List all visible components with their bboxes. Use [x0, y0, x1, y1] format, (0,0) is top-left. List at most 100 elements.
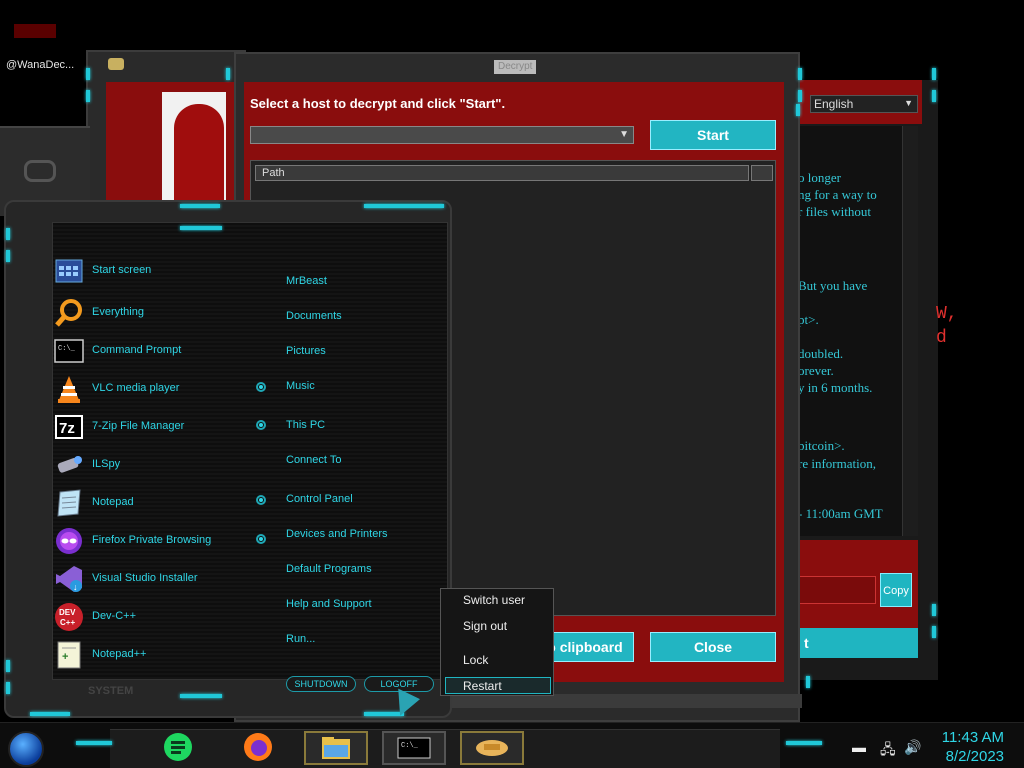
- program-item-start-screen[interactable]: Start screen: [54, 254, 254, 288]
- gadget-hex-icon: [24, 160, 56, 182]
- handshake-icon: [476, 740, 508, 756]
- power-item-switch-user[interactable]: Switch user: [463, 593, 525, 607]
- copy-address-button[interactable]: Copy: [880, 573, 912, 607]
- program-item-firefox-private[interactable]: Firefox Private Browsing: [54, 524, 254, 558]
- frame-accent: [932, 90, 936, 102]
- taskbar-file-explorer[interactable]: [304, 731, 368, 765]
- vs-installer-icon: ↓: [56, 566, 82, 592]
- ilspy-icon: [57, 456, 82, 473]
- program-item-ilspy[interactable]: ILSpy: [54, 448, 254, 482]
- place-item-documents[interactable]: Documents: [286, 310, 342, 322]
- dialog-status-strip: [446, 694, 802, 708]
- power-menu: Switch user Sign out Lock Restart: [440, 588, 554, 696]
- language-select[interactable]: English ▼: [810, 95, 918, 113]
- frame-accent: [932, 604, 936, 616]
- ransom-main-window: [86, 50, 246, 214]
- submenu-bullet-icon: [256, 495, 266, 505]
- ransom-text-pane: o longer ng for a way to r files without…: [792, 126, 918, 536]
- power-item-restart[interactable]: Restart: [463, 679, 502, 693]
- program-label: VLC media player: [92, 382, 180, 394]
- frame-accent: [796, 104, 800, 116]
- ransom-text-line: bitcoin>.: [798, 438, 845, 453]
- submenu-bullet-icon: [256, 420, 266, 430]
- program-label: Command Prompt: [92, 344, 182, 356]
- ransom-text-line: doubled.: [798, 346, 844, 361]
- svg-text:7z: 7z: [59, 420, 75, 437]
- place-item-music[interactable]: Music: [286, 380, 315, 392]
- column-header-path[interactable]: Path: [255, 165, 749, 181]
- frame-accent: [180, 694, 222, 698]
- host-select[interactable]: ▼: [250, 126, 634, 144]
- spotify-like-app-icon[interactable]: [162, 731, 194, 763]
- place-item-devices-printers[interactable]: Devices and Printers: [286, 528, 388, 540]
- svg-text:↓: ↓: [73, 582, 78, 592]
- command-prompt-icon: C:\_: [54, 339, 84, 363]
- folder-icon: [322, 737, 350, 759]
- volume-icon[interactable]: 🔊: [904, 739, 921, 756]
- place-item-this-pc[interactable]: This PC: [286, 419, 325, 431]
- place-item-default-programs[interactable]: Default Programs: [286, 563, 372, 575]
- program-label: Notepad++: [92, 648, 147, 660]
- frame-accent: [932, 68, 936, 80]
- taskbar: C:\_ ▬ 🖧 🔊 11:43 AM 8/2/2023: [0, 722, 1024, 768]
- place-item-control-panel[interactable]: Control Panel: [286, 493, 353, 505]
- close-button[interactable]: Close: [650, 632, 776, 662]
- desktop: @WanaDec... English ▼ o longer ng for a …: [0, 0, 1024, 768]
- 7zip-icon: 7z: [55, 415, 83, 439]
- place-item-pictures[interactable]: Pictures: [286, 345, 326, 357]
- program-item-vs-installer[interactable]: ↓ Visual Studio Installer: [54, 562, 254, 596]
- language-value: English: [814, 97, 854, 111]
- place-item-help-support[interactable]: Help and Support: [286, 598, 372, 610]
- frame-accent: [364, 204, 444, 208]
- devcpp-icon: DEV C++: [55, 603, 83, 631]
- program-item-command-prompt[interactable]: C:\_ Command Prompt: [54, 334, 254, 368]
- shutdown-button[interactable]: SHUTDOWN: [286, 676, 356, 692]
- frame-accent: [30, 712, 70, 716]
- program-item-7zip[interactable]: 7z 7-Zip File Manager: [54, 410, 254, 444]
- taskbar-handshake-app[interactable]: [460, 731, 524, 765]
- start-orb-button[interactable]: [8, 731, 44, 767]
- power-item-lock[interactable]: Lock: [463, 653, 488, 667]
- program-label: Notepad: [92, 496, 134, 508]
- place-item-connect-to[interactable]: Connect To: [286, 454, 341, 466]
- bitcoin-address-field[interactable]: [798, 576, 876, 604]
- lock-icon: [174, 104, 224, 214]
- submenu-bullet-icon: [256, 382, 266, 392]
- ransom-text-line: But you have: [798, 278, 868, 293]
- program-label: Everything: [92, 306, 144, 318]
- program-item-notepadpp[interactable]: + Notepad++: [54, 638, 254, 672]
- desktop-icon-label[interactable]: @WanaDec...: [6, 59, 74, 71]
- place-item-mrbeast[interactable]: MrBeast: [286, 275, 327, 287]
- desktop-icon-image[interactable]: [14, 24, 56, 38]
- column-header-extra[interactable]: [751, 165, 773, 181]
- chevron-down-icon: ▼: [904, 98, 913, 108]
- vlc-icon: [58, 376, 80, 403]
- start-button[interactable]: Start: [650, 120, 776, 150]
- program-item-everything[interactable]: Everything: [54, 296, 254, 330]
- frame-accent: [76, 741, 112, 745]
- decrypt-prompt: Select a host to decrypt and click "Star…: [250, 96, 506, 111]
- taskbar-command-prompt[interactable]: C:\_: [382, 731, 446, 765]
- ransom-text-line: y in 6 months.: [798, 380, 873, 395]
- tray-arrow-icon[interactable]: ▬: [852, 739, 866, 755]
- ransom-text-line: o longer: [798, 170, 841, 185]
- place-item-run[interactable]: Run...: [286, 633, 315, 645]
- notepad-icon: [57, 489, 81, 517]
- program-item-devcpp[interactable]: DEV C++ Dev-C++: [54, 600, 254, 634]
- ransom-text-line: - 11:00am GMT: [798, 506, 883, 521]
- frame-accent: [806, 676, 810, 688]
- power-item-sign-out[interactable]: Sign out: [463, 619, 507, 633]
- taskbar-clock[interactable]: 11:43 AM 8/2/2023: [942, 728, 1004, 766]
- program-label: ILSpy: [92, 458, 121, 470]
- frame-accent: [86, 68, 90, 80]
- check-payment-button[interactable]: t: [798, 628, 918, 658]
- firefox-icon[interactable]: [242, 731, 274, 763]
- frame-accent: [180, 226, 222, 230]
- network-icon[interactable]: 🖧: [880, 739, 896, 763]
- ransom-scrollbar[interactable]: [902, 126, 918, 536]
- program-item-vlc[interactable]: VLC media player: [54, 372, 254, 406]
- frame-accent: [6, 250, 10, 262]
- program-item-notepad[interactable]: Notepad: [54, 486, 254, 520]
- notepadpp-icon: +: [57, 641, 81, 669]
- everything-icon: [55, 299, 82, 327]
